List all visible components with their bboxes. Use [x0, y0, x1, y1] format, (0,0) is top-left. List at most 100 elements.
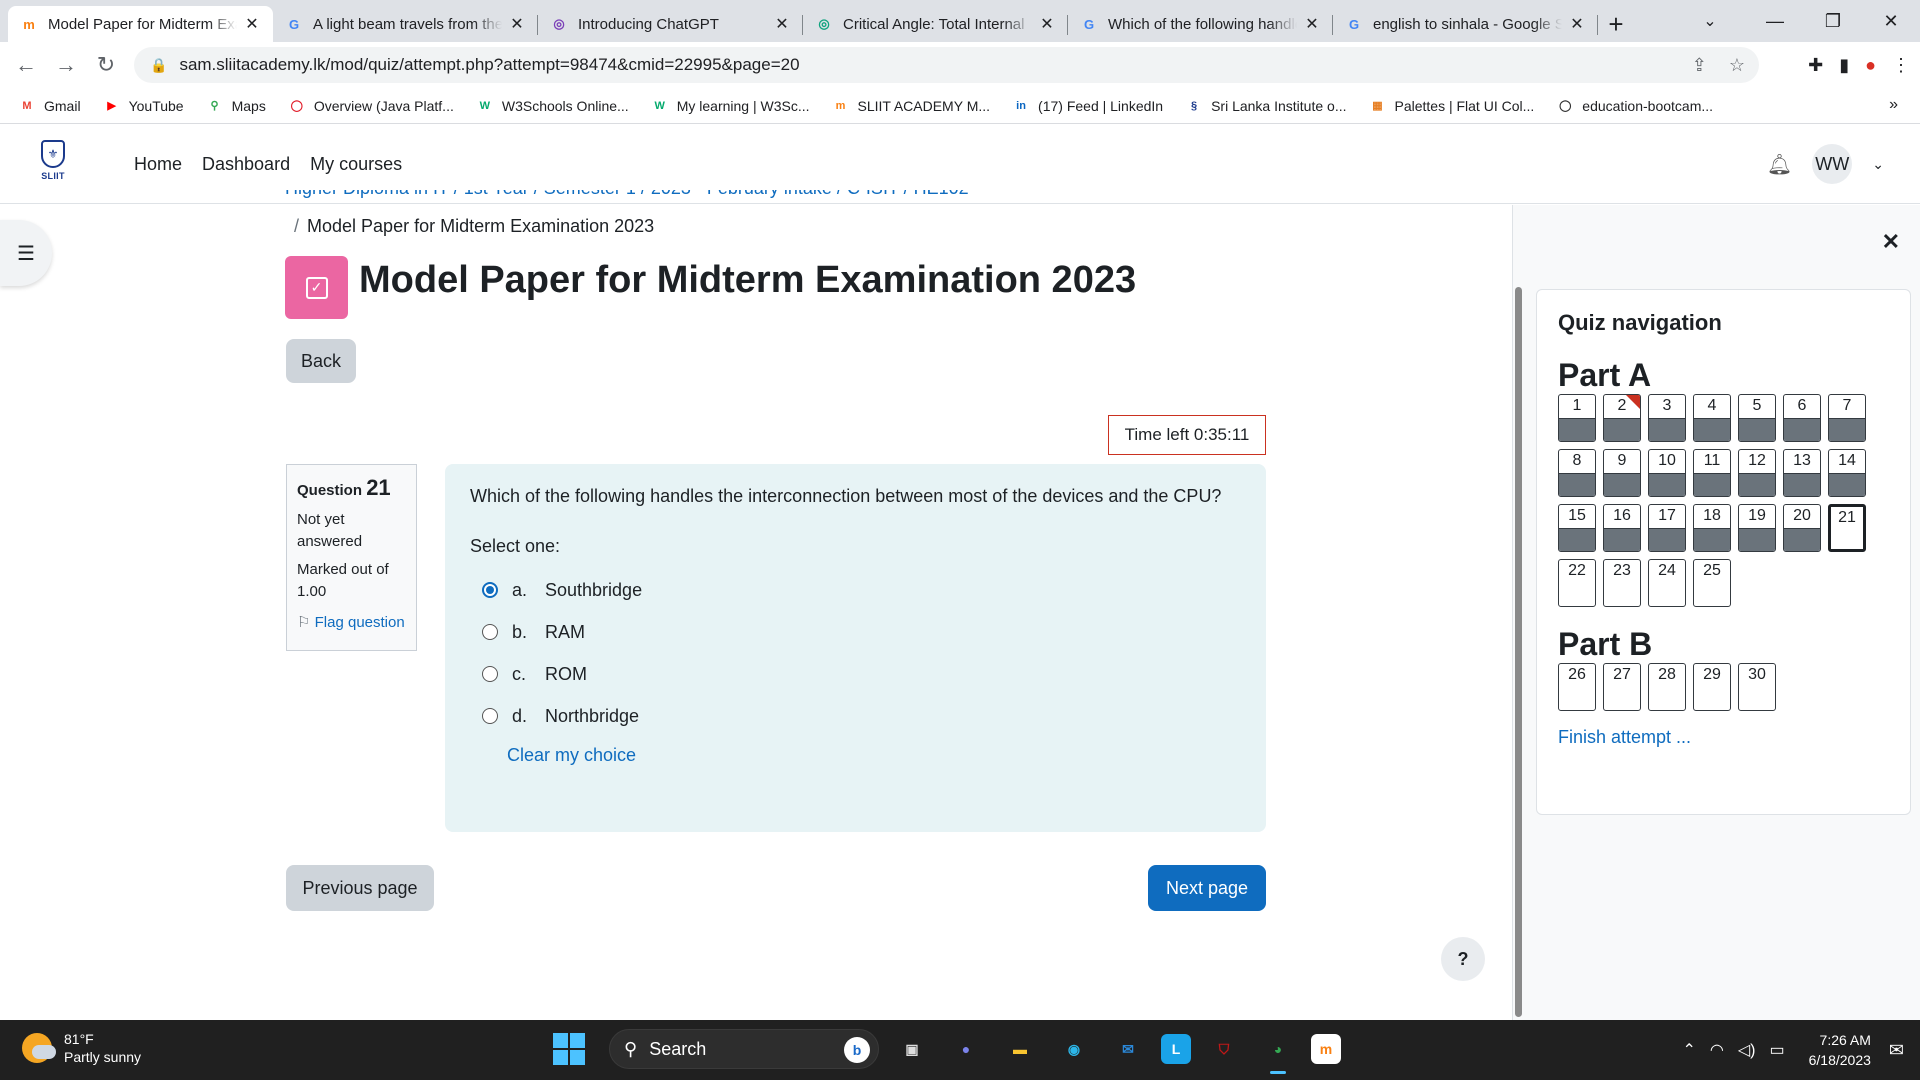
quiz-nav-question-button[interactable]: 17: [1648, 504, 1686, 552]
mcafee-icon[interactable]: ⛉: [1203, 1028, 1245, 1070]
answer-radio[interactable]: [482, 666, 498, 682]
close-tab-icon[interactable]: ✕: [1568, 14, 1586, 34]
file-explorer-icon[interactable]: ▬: [999, 1028, 1041, 1070]
new-tab-button[interactable]: +: [1598, 6, 1634, 42]
answer-option[interactable]: c. ROM: [470, 653, 1241, 695]
tab-title[interactable]: Critical Angle: Total Internal: [843, 16, 1032, 33]
browser-tab[interactable]: ◎ Introducing ChatGPT ✕: [538, 6, 803, 42]
tab-title[interactable]: A light beam travels from the: [313, 16, 502, 33]
tab-title[interactable]: english to sinhala - Google Se: [1373, 16, 1562, 33]
quiz-nav-question-button[interactable]: 21: [1828, 504, 1866, 552]
nav-my-courses[interactable]: My courses: [310, 154, 402, 175]
tab-title[interactable]: Which of the following handles: [1108, 16, 1297, 33]
bookmark-item[interactable]: W My learning | W3Sc...: [651, 98, 810, 114]
drawer-scrollbar[interactable]: [1515, 287, 1522, 1017]
finish-attempt-link[interactable]: Finish attempt ...: [1558, 727, 1889, 748]
avatar[interactable]: WW: [1812, 144, 1853, 184]
nav-home[interactable]: Home: [134, 154, 182, 175]
bookmark-item[interactable]: ▦ Palettes | Flat UI Col...: [1368, 98, 1534, 114]
answer-text[interactable]: Southbridge: [545, 580, 642, 601]
back-button[interactable]: Back: [286, 339, 356, 383]
quiz-nav-question-button[interactable]: 24: [1648, 559, 1686, 607]
back-arrow-icon[interactable]: ←: [6, 45, 46, 85]
minimize-icon[interactable]: —: [1746, 0, 1804, 42]
close-icon[interactable]: ✕: [1882, 229, 1900, 255]
answer-option[interactable]: d. Northbridge: [470, 695, 1241, 737]
bookmark-item[interactable]: ⚲ Maps: [206, 98, 266, 114]
bookmark-label[interactable]: Gmail: [44, 98, 81, 114]
quiz-nav-question-button[interactable]: 22: [1558, 559, 1596, 607]
bookmark-item[interactable]: § Sri Lanka Institute o...: [1185, 98, 1346, 114]
reload-icon[interactable]: ↻: [86, 45, 126, 85]
bookmark-item[interactable]: ◯ Overview (Java Platf...: [288, 98, 454, 114]
quiz-nav-question-button[interactable]: 11: [1693, 449, 1731, 497]
browser-tab[interactable]: Genglish to sinhala - Google Se ✕: [1333, 6, 1598, 42]
bookmark-label[interactable]: education-bootcam...: [1582, 98, 1713, 114]
quiz-nav-question-button[interactable]: 20: [1783, 504, 1821, 552]
bookmark-label[interactable]: W3Schools Online...: [502, 98, 629, 114]
bookmark-item[interactable]: in (17) Feed | LinkedIn: [1012, 98, 1163, 114]
bookmark-label[interactable]: YouTube: [129, 98, 184, 114]
quiz-nav-question-button[interactable]: 30: [1738, 663, 1776, 711]
answer-text[interactable]: ROM: [545, 664, 587, 685]
teams-chat-icon[interactable]: ●: [945, 1028, 987, 1070]
share-icon[interactable]: ⇪: [1692, 55, 1707, 76]
side-panel-icon[interactable]: ▮: [1839, 55, 1849, 76]
bookmark-label[interactable]: Maps: [232, 98, 266, 114]
task-view-icon[interactable]: ▣: [891, 1028, 933, 1070]
bookmark-label[interactable]: Sri Lanka Institute o...: [1211, 98, 1346, 114]
close-tab-icon[interactable]: ✕: [1303, 14, 1321, 34]
tab-search-icon[interactable]: ⌄: [1695, 6, 1725, 36]
quiz-nav-question-button[interactable]: 14: [1828, 449, 1866, 497]
clear-choice-link[interactable]: Clear my choice: [507, 745, 1241, 766]
quiz-nav-question-button[interactable]: 10: [1648, 449, 1686, 497]
bookmark-item[interactable]: ◯ education-bootcam...: [1556, 98, 1713, 114]
bookmark-label[interactable]: My learning | W3Sc...: [677, 98, 810, 114]
wifi-icon[interactable]: ◠: [1710, 1040, 1724, 1060]
extensions-puzzle-icon[interactable]: ✚: [1808, 55, 1823, 76]
bookmark-label[interactable]: SLIIT ACADEMY M...: [858, 98, 991, 114]
chrome-icon[interactable]: ◕: [1257, 1028, 1299, 1074]
quiz-nav-question-button[interactable]: 12: [1738, 449, 1776, 497]
taskbar-search[interactable]: ⚲ Search b: [609, 1029, 879, 1069]
menu-kebab-icon[interactable]: ⋮: [1892, 55, 1910, 76]
weather-widget[interactable]: 81°F Partly sunny: [22, 1030, 141, 1066]
quiz-nav-question-button[interactable]: 3: [1648, 394, 1686, 442]
lock-icon[interactable]: 🔒: [150, 57, 167, 74]
browser-tab[interactable]: m Model Paper for Midterm Exam ✕: [8, 6, 273, 42]
profile-icon[interactable]: ●: [1865, 55, 1876, 76]
launcher-icon[interactable]: L: [1161, 1034, 1191, 1064]
browser-tab[interactable]: G A light beam travels from the ✕: [273, 6, 538, 42]
close-tab-icon[interactable]: ✕: [508, 14, 526, 34]
flag-question-label[interactable]: Flag question: [315, 614, 405, 631]
quiz-nav-question-button[interactable]: 16: [1603, 504, 1641, 552]
answer-radio[interactable]: [482, 624, 498, 640]
previous-page-button[interactable]: Previous page: [286, 865, 434, 911]
quiz-nav-question-button[interactable]: 7: [1828, 394, 1866, 442]
chevron-down-icon[interactable]: ⌄: [1872, 156, 1884, 173]
quiz-nav-question-button[interactable]: 9: [1603, 449, 1641, 497]
bing-icon[interactable]: b: [844, 1037, 870, 1063]
quiz-nav-question-button[interactable]: 15: [1558, 504, 1596, 552]
bookmark-item[interactable]: W W3Schools Online...: [476, 98, 629, 114]
quiz-nav-question-button[interactable]: 5: [1738, 394, 1776, 442]
nav-dashboard[interactable]: Dashboard: [202, 154, 290, 175]
answer-text[interactable]: Northbridge: [545, 706, 639, 727]
address-bar[interactable]: 🔒 sam.sliitacademy.lk/mod/quiz/attempt.p…: [134, 47, 1759, 83]
quiz-nav-question-button[interactable]: 27: [1603, 663, 1641, 711]
answer-option[interactable]: b. RAM: [470, 611, 1241, 653]
answer-text[interactable]: RAM: [545, 622, 585, 643]
notification-bell-icon[interactable]: 🔔︎: [1767, 152, 1792, 177]
edge-icon[interactable]: ◉: [1053, 1028, 1095, 1070]
answer-radio[interactable]: [482, 708, 498, 724]
quiz-nav-question-button[interactable]: 6: [1783, 394, 1821, 442]
close-window-icon[interactable]: ✕: [1862, 0, 1920, 42]
bookmark-label[interactable]: Palettes | Flat UI Col...: [1394, 98, 1534, 114]
course-index-toggle[interactable]: ☰: [0, 220, 52, 286]
more-bookmarks-icon[interactable]: »: [1889, 96, 1898, 114]
answer-radio[interactable]: [482, 582, 498, 598]
restore-icon[interactable]: ❐: [1804, 0, 1862, 42]
sliit-logo[interactable]: ⚜ SLIIT: [36, 140, 70, 188]
bookmark-item[interactable]: M Gmail: [18, 98, 81, 114]
answer-option[interactable]: a. Southbridge: [470, 569, 1241, 611]
